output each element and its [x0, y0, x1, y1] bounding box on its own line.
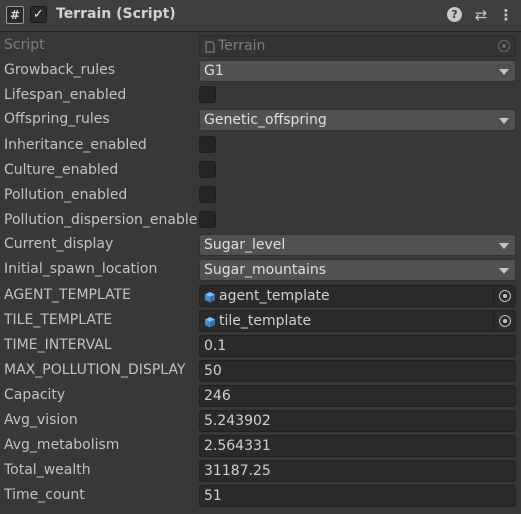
capacity-label: Capacity — [4, 387, 66, 403]
object-picker-icon — [499, 315, 511, 327]
avg-metabolism-input[interactable]: 2.564331 — [199, 435, 516, 457]
dropdown-arrow-icon — [499, 69, 509, 75]
growback-rules-dropdown[interactable]: G1 — [199, 60, 516, 82]
time-count-label: Time_count — [4, 487, 85, 503]
initial-spawn-location-label: Initial_spawn_location — [4, 261, 158, 277]
script-icon: # — [6, 6, 24, 24]
time-interval-label: TIME_INTERVAL — [4, 337, 112, 353]
avg-metabolism-label: Avg_metabolism — [4, 437, 120, 453]
total-wealth-input[interactable]: 31187.25 — [199, 460, 516, 482]
max-pollution-display-input[interactable]: 50 — [199, 360, 516, 382]
row-current-display: Current_display Sugar_level — [0, 234, 521, 256]
pollution-enabled-label: Pollution_enabled — [4, 187, 128, 203]
row-pollution-enabled: Pollution_enabled — [0, 185, 521, 207]
object-picker-icon — [498, 40, 510, 52]
offspring-rules-dropdown[interactable]: Genetic_offspring — [199, 109, 516, 131]
pollution-dispersion-enabled-label: Pollution_dispersion_enable — [4, 212, 198, 228]
avg-metabolism-value: 2.564331 — [204, 438, 271, 454]
tile-template-picker-button[interactable] — [493, 311, 515, 331]
growback-rules-value: G1 — [204, 63, 224, 79]
dropdown-arrow-icon — [499, 243, 509, 249]
row-capacity: Capacity 246 — [0, 385, 521, 407]
preset-icon[interactable]: ⇄ — [472, 6, 490, 24]
row-time-interval: TIME_INTERVAL 0.1 — [0, 335, 521, 357]
row-total-wealth: Total_wealth 31187.25 — [0, 460, 521, 482]
component-header[interactable]: # ✓ Terrain (Script) ? ⇄ ⋮ — [0, 0, 521, 32]
row-growback-rules: Growback_rules G1 — [0, 60, 521, 82]
context-menu-icon[interactable]: ⋮ — [497, 6, 515, 24]
row-tile-template: TILE_TEMPLATE tile_template — [0, 310, 521, 332]
culture-enabled-checkbox[interactable] — [199, 161, 216, 178]
total-wealth-value: 31187.25 — [204, 463, 271, 479]
pollution-enabled-checkbox[interactable] — [199, 186, 216, 203]
initial-spawn-location-dropdown[interactable]: Sugar_mountains — [199, 259, 516, 281]
culture-enabled-label: Culture_enabled — [4, 162, 119, 178]
lifespan-enabled-label: Lifespan_enabled — [4, 87, 127, 103]
row-max-pollution-display: MAX_POLLUTION_DISPLAY 50 — [0, 360, 521, 382]
max-pollution-display-value: 50 — [204, 363, 222, 379]
row-script: Script Terrain — [0, 35, 521, 57]
inheritance-enabled-label: Inheritance_enabled — [4, 137, 147, 153]
tile-template-label: TILE_TEMPLATE — [4, 312, 113, 328]
max-pollution-display-label: MAX_POLLUTION_DISPLAY — [4, 362, 186, 378]
script-value: Terrain — [218, 38, 266, 54]
time-interval-input[interactable]: 0.1 — [199, 335, 516, 357]
agent-template-field[interactable]: agent_template — [199, 285, 516, 307]
inheritance-enabled-checkbox[interactable] — [199, 136, 216, 153]
dropdown-arrow-icon — [499, 268, 509, 274]
avg-vision-value: 5.243902 — [204, 413, 271, 429]
total-wealth-label: Total_wealth — [4, 462, 91, 478]
prefab-cube-icon — [205, 292, 215, 303]
script-file-icon — [205, 41, 215, 53]
time-count-value: 51 — [204, 488, 222, 504]
agent-template-picker-button[interactable] — [493, 286, 515, 306]
time-interval-value: 0.1 — [204, 338, 227, 354]
avg-vision-input[interactable]: 5.243902 — [199, 410, 516, 432]
tile-template-value: tile_template — [219, 313, 312, 329]
component-enabled-checkbox[interactable]: ✓ — [30, 6, 47, 23]
row-lifespan-enabled: Lifespan_enabled — [0, 85, 521, 107]
script-field: Terrain — [199, 35, 516, 57]
growback-rules-label: Growback_rules — [4, 62, 116, 78]
help-icon[interactable]: ? — [447, 7, 462, 22]
lifespan-enabled-checkbox[interactable] — [199, 86, 216, 103]
script-label: Script — [4, 37, 45, 53]
row-culture-enabled: Culture_enabled — [0, 160, 521, 182]
script-picker-button — [493, 36, 515, 56]
current-display-label: Current_display — [4, 236, 114, 252]
component-title: Terrain (Script) — [56, 6, 176, 22]
current-display-value: Sugar_level — [204, 237, 286, 253]
row-avg-vision: Avg_vision 5.243902 — [0, 410, 521, 432]
object-picker-icon — [499, 290, 511, 302]
offspring-rules-value: Genetic_offspring — [204, 112, 327, 128]
row-inheritance-enabled: Inheritance_enabled — [0, 135, 521, 157]
agent-template-label: AGENT_TEMPLATE — [4, 287, 131, 303]
prefab-cube-icon — [205, 317, 215, 328]
tile-template-field[interactable]: tile_template — [199, 310, 516, 332]
agent-template-value: agent_template — [219, 288, 330, 304]
offspring-rules-label: Offspring_rules — [4, 111, 110, 127]
initial-spawn-location-value: Sugar_mountains — [204, 262, 327, 278]
time-count-input[interactable]: 51 — [199, 485, 516, 507]
row-pollution-dispersion-enabled: Pollution_dispersion_enable — [0, 210, 521, 232]
capacity-input[interactable]: 246 — [199, 385, 516, 407]
avg-vision-label: Avg_vision — [4, 412, 78, 428]
pollution-dispersion-enabled-checkbox[interactable] — [199, 211, 216, 228]
row-offspring-rules: Offspring_rules Genetic_offspring — [0, 109, 521, 131]
row-time-count: Time_count 51 — [0, 485, 521, 507]
current-display-dropdown[interactable]: Sugar_level — [199, 234, 516, 256]
row-avg-metabolism: Avg_metabolism 2.564331 — [0, 435, 521, 457]
dropdown-arrow-icon — [499, 118, 509, 124]
row-initial-spawn-location: Initial_spawn_location Sugar_mountains — [0, 259, 521, 281]
row-agent-template: AGENT_TEMPLATE agent_template — [0, 285, 521, 307]
capacity-value: 246 — [204, 388, 231, 404]
